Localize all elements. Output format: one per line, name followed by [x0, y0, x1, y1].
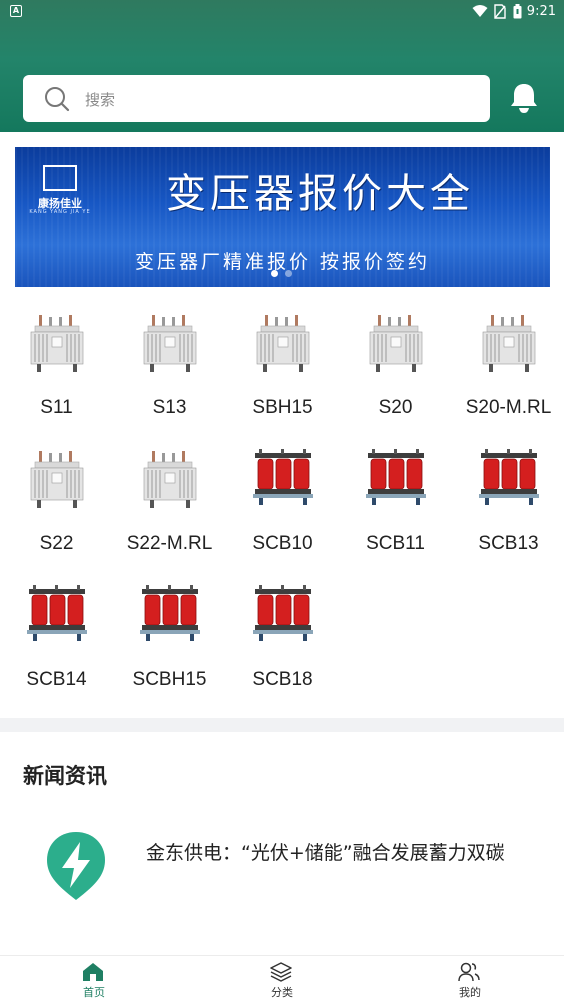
tab-mine-label: 我的 — [459, 986, 481, 999]
lightning-icon — [47, 832, 105, 900]
product-label: S13 — [152, 397, 187, 418]
search-placeholder: 搜索 — [85, 91, 116, 109]
product-label: SCBH15 — [132, 669, 207, 690]
product-item[interactable]: S22 — [0, 441, 113, 571]
section-divider — [0, 718, 564, 732]
oil-transformer-image — [138, 447, 202, 517]
product-label: SCB10 — [252, 533, 313, 554]
dry-transformer-image — [138, 583, 202, 653]
product-item[interactable]: SCBH15 — [113, 577, 226, 707]
oil-transformer-image — [251, 311, 315, 381]
product-label: S20-M.RL — [465, 397, 552, 418]
oil-transformer-image — [364, 311, 428, 381]
product-item[interactable]: S20 — [339, 305, 452, 435]
dry-transformer-image — [25, 583, 89, 653]
users-icon — [458, 962, 480, 982]
carousel-dot-active — [271, 270, 278, 277]
bottom-tab-bar: 首页 分类 我的 — [0, 955, 564, 1002]
product-label: S22 — [39, 533, 74, 554]
product-label: SCB11 — [366, 533, 425, 554]
status-time: 9:21 — [526, 4, 556, 19]
wifi-icon — [472, 5, 488, 17]
tab-category[interactable]: 分类 — [188, 956, 376, 1002]
brand-logo: 康扬佳业 KANG YANG JIA YE — [25, 165, 95, 215]
carousel-dot — [285, 270, 292, 277]
product-item[interactable]: SCB10 — [226, 441, 339, 571]
banner-title: 变压器报价大全 — [166, 171, 474, 217]
news-section-title: 新闻资讯 — [23, 764, 107, 788]
logo-mark-icon — [43, 165, 77, 191]
tab-category-label: 分类 — [271, 986, 293, 999]
no-sim-icon — [494, 4, 506, 19]
product-item[interactable]: S20-M.RL — [452, 305, 564, 435]
bell-icon[interactable] — [509, 82, 539, 114]
carousel-indicator — [271, 270, 295, 278]
tab-mine[interactable]: 我的 — [376, 956, 564, 1002]
dry-transformer-image — [251, 583, 315, 653]
home-icon — [83, 963, 103, 981]
product-item[interactable]: SCB13 — [452, 441, 564, 571]
product-item[interactable]: S22-M.RL — [113, 441, 226, 571]
layers-icon — [270, 962, 292, 982]
banner-carousel[interactable]: 康扬佳业 KANG YANG JIA YE 变压器报价大全 变压器厂精准报价 按… — [15, 147, 550, 287]
battery-icon — [513, 4, 522, 19]
tab-home[interactable]: 首页 — [0, 956, 188, 1002]
product-item[interactable]: SCB14 — [0, 577, 113, 707]
product-item[interactable]: SCB18 — [226, 577, 339, 707]
search-icon — [45, 87, 70, 112]
oil-transformer-image — [138, 311, 202, 381]
product-item[interactable]: SCB11 — [339, 441, 452, 571]
product-label: S22-M.RL — [126, 533, 213, 554]
status-bar: A 9:21 — [0, 0, 564, 24]
dry-transformer-image — [364, 447, 428, 517]
product-label: SBH15 — [252, 397, 313, 418]
logo-subtext: KANG YANG JIA YE — [29, 209, 91, 215]
product-item[interactable]: S13 — [113, 305, 226, 435]
product-label: SCB13 — [478, 533, 539, 554]
dry-transformer-image — [251, 447, 315, 517]
tab-home-label: 首页 — [83, 986, 105, 999]
product-label: SCB14 — [26, 669, 87, 690]
oil-transformer-image — [477, 311, 541, 381]
header: A 9:21 搜索 — [0, 0, 564, 132]
dry-transformer-image — [477, 447, 541, 517]
oil-transformer-image — [25, 447, 89, 517]
news-item-title: 金东供电：“光伏+储能”融合发展蓄力双碳 — [146, 842, 505, 864]
app-notification-icon: A — [10, 5, 22, 17]
oil-transformer-image — [25, 311, 89, 381]
product-label: SCB18 — [252, 669, 313, 690]
product-label: S11 — [40, 397, 73, 418]
product-label: S20 — [378, 397, 413, 418]
search-input[interactable]: 搜索 — [23, 75, 490, 122]
news-list-item[interactable]: 金东供电：“光伏+储能”融合发展蓄力双碳 — [0, 812, 564, 922]
product-item[interactable]: SBH15 — [226, 305, 339, 435]
product-item[interactable]: S11 — [0, 305, 113, 435]
